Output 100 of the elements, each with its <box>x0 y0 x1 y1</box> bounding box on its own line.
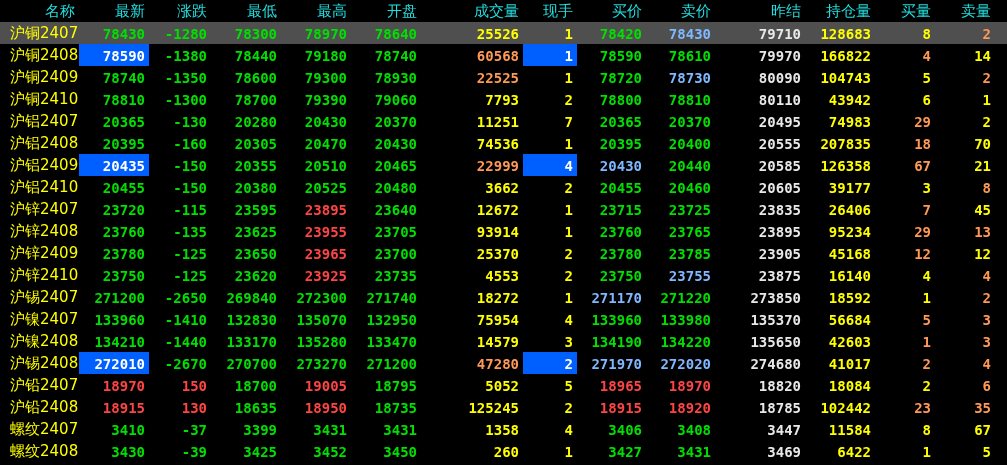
table-cell: 23925 <box>304 268 347 284</box>
table-cell: 74983 <box>828 114 871 130</box>
table-row[interactable]: 沪铅2408 18915 130 18635 18950 18735 125245 2 18915 18920 18785 102442 23 35 <box>0 396 1007 418</box>
table-cell: 126358 <box>820 158 871 174</box>
table-cell: 2 <box>922 378 931 394</box>
table-row[interactable]: 沪镍2408 134210 -1440 133170 135280 133470 14579 3 134190 134220 135650 42603 1 3 <box>0 330 1007 352</box>
table-row[interactable]: 沪铅2407 18970 150 18700 19005 18795 5052 5 18965 18970 18820 18084 2 6 <box>0 374 1007 396</box>
table-cell: 20455 <box>599 180 642 196</box>
table-cell: 3452 <box>313 444 347 460</box>
table-cell: 70 <box>974 136 991 152</box>
table-cell: 20400 <box>668 136 711 152</box>
table-cell: 41017 <box>828 356 871 372</box>
table-cell: 23595 <box>234 202 277 218</box>
table-row[interactable]: 沪锌2408 23760 -135 23625 23955 23705 93914 1 23760 23765 23895 95234 29 13 <box>0 220 1007 242</box>
column-header[interactable]: 买价 <box>577 0 646 22</box>
table-cell: 133960 <box>94 312 145 328</box>
instrument-name: 沪铅2408 <box>9 397 79 418</box>
table-cell: 270700 <box>226 356 277 372</box>
table-row[interactable]: 沪锌2407 23720 -115 23595 23895 23640 12672 1 23715 23725 23835 26406 7 45 <box>0 198 1007 220</box>
column-header[interactable]: 买量 <box>875 0 935 22</box>
table-cell: 2 <box>564 356 573 372</box>
table-cell: 16140 <box>828 268 871 284</box>
table-cell: 18592 <box>828 290 871 306</box>
column-header[interactable]: 现手 <box>523 0 577 22</box>
column-header[interactable]: 名称 <box>0 0 79 22</box>
table-cell: 166822 <box>820 48 871 64</box>
table-cell: 18635 <box>234 400 277 416</box>
table-cell: 78640 <box>374 26 417 42</box>
table-cell: 135070 <box>296 312 347 328</box>
table-cell: 26406 <box>828 202 871 218</box>
table-cell: 45168 <box>828 246 871 262</box>
table-cell: 20355 <box>234 158 277 174</box>
table-cell: 273270 <box>296 356 347 372</box>
table-cell: 20460 <box>668 180 711 196</box>
table-row[interactable]: 沪铝2407 20365 -130 20280 20430 20370 11251 7 20365 20370 20495 74983 29 2 <box>0 110 1007 132</box>
table-cell: 2 <box>564 246 573 262</box>
column-header[interactable]: 卖价 <box>646 0 715 22</box>
table-row[interactable]: 沪锌2410 23750 -125 23620 23925 23735 4553 2 23750 23755 23875 16140 4 4 <box>0 264 1007 286</box>
table-cell: 20465 <box>374 158 417 174</box>
table-cell: 23780 <box>102 246 145 262</box>
table-cell: 18965 <box>599 378 642 394</box>
column-header[interactable]: 最高 <box>281 0 351 22</box>
table-cell: 4 <box>982 356 991 372</box>
table-cell: -130 <box>173 114 207 130</box>
table-cell: 1358 <box>485 422 519 438</box>
column-header[interactable]: 持仓量 <box>805 0 875 22</box>
table-cell: 78970 <box>304 26 347 42</box>
table-cell: 3399 <box>243 422 277 438</box>
table-cell: 23785 <box>668 246 711 262</box>
table-cell: 23905 <box>758 246 801 262</box>
column-header[interactable]: 开盘 <box>351 0 421 22</box>
table-cell: 20430 <box>374 136 417 152</box>
table-cell: 271200 <box>94 290 145 306</box>
table-cell: 20510 <box>304 158 347 174</box>
table-cell: 18 <box>914 136 931 152</box>
table-row[interactable]: 沪铜2408 78590 -1380 78440 79180 78740 60568 1 78590 78610 79970 166822 4 14 <box>0 44 1007 66</box>
column-header[interactable]: 成交量 <box>421 0 523 22</box>
table-cell: 23620 <box>234 268 277 284</box>
table-row[interactable]: 沪锡2408 272010 -2670 270700 273270 271200 47280 2 271970 272020 274680 41017 2 4 <box>0 352 1007 374</box>
table-cell: 134210 <box>94 334 145 350</box>
table-cell: 20430 <box>304 114 347 130</box>
table-cell: 5 <box>922 312 931 328</box>
table-row[interactable]: 沪铝2410 20455 -150 20380 20525 20480 3662 2 20455 20460 20605 39177 3 8 <box>0 176 1007 198</box>
instrument-name: 沪镍2407 <box>9 309 79 330</box>
table-row[interactable]: 沪铝2409 20435 -150 20355 20510 20465 22999 4 20430 20440 20585 126358 67 21 <box>0 154 1007 176</box>
table-cell: 78600 <box>234 70 277 86</box>
table-row[interactable]: 沪镍2407 133960 -1410 132830 135070 132950 75954 4 133960 133980 135370 56684 5 3 <box>0 308 1007 330</box>
table-cell: 23780 <box>599 246 642 262</box>
table-row[interactable]: 螺纹2408 3430 -39 3425 3452 3450 260 1 3427 3431 3469 6422 1 5 <box>0 440 1007 462</box>
column-header[interactable]: 涨跌 <box>149 0 211 22</box>
table-cell: 3406 <box>608 422 642 438</box>
table-row[interactable]: 沪锌2409 23780 -125 23650 23965 23700 25370 2 23780 23785 23905 45168 12 12 <box>0 242 1007 264</box>
table-cell: 14579 <box>476 334 519 350</box>
table-cell: 23715 <box>599 202 642 218</box>
table-cell: 207835 <box>820 136 871 152</box>
column-header[interactable]: 最低 <box>211 0 281 22</box>
table-cell: -2650 <box>164 290 207 306</box>
table-cell: 78430 <box>102 26 145 42</box>
table-row[interactable]: 沪铜2409 78740 -1350 78600 79300 78930 22525 1 78720 78730 80090 104743 5 2 <box>0 66 1007 88</box>
column-header[interactable]: 最新 <box>79 0 149 22</box>
table-cell: 5 <box>922 70 931 86</box>
table-cell: 95234 <box>828 224 871 240</box>
table-row[interactable]: 沪铜2410 78810 -1300 78700 79390 79060 7793 2 78800 78810 80110 43942 6 1 <box>0 88 1007 110</box>
table-cell: 150 <box>181 378 207 394</box>
table-row[interactable]: 沪锡2407 271200 -2650 269840 272300 271740 18272 1 271170 271220 273850 18592 1 2 <box>0 286 1007 308</box>
table-cell: 18084 <box>828 378 871 394</box>
column-header[interactable]: 昨结 <box>715 0 805 22</box>
table-cell: -1410 <box>164 312 207 328</box>
table-cell: 6422 <box>837 444 871 460</box>
table-cell: 1 <box>922 290 931 306</box>
table-cell: 11584 <box>828 422 871 438</box>
table-row[interactable]: 螺纹2407 3410 -37 3399 3431 3431 1358 4 3406 3408 3447 11584 8 67 <box>0 418 1007 440</box>
table-cell: 132830 <box>226 312 277 328</box>
table-cell: 5 <box>564 378 573 394</box>
table-cell: 1 <box>982 92 991 108</box>
table-row[interactable]: 沪铜2407 78430 -1280 78300 78970 78640 25526 1 78420 78430 79710 128683 8 2 <box>0 22 1007 44</box>
column-header[interactable]: 卖量 <box>935 0 995 22</box>
table-row[interactable]: 沪铝2408 20395 -160 20305 20470 20430 74536 1 20395 20400 20555 207835 18 70 <box>0 132 1007 154</box>
table-cell: 3 <box>982 334 991 350</box>
table-cell: 18915 <box>102 400 145 416</box>
